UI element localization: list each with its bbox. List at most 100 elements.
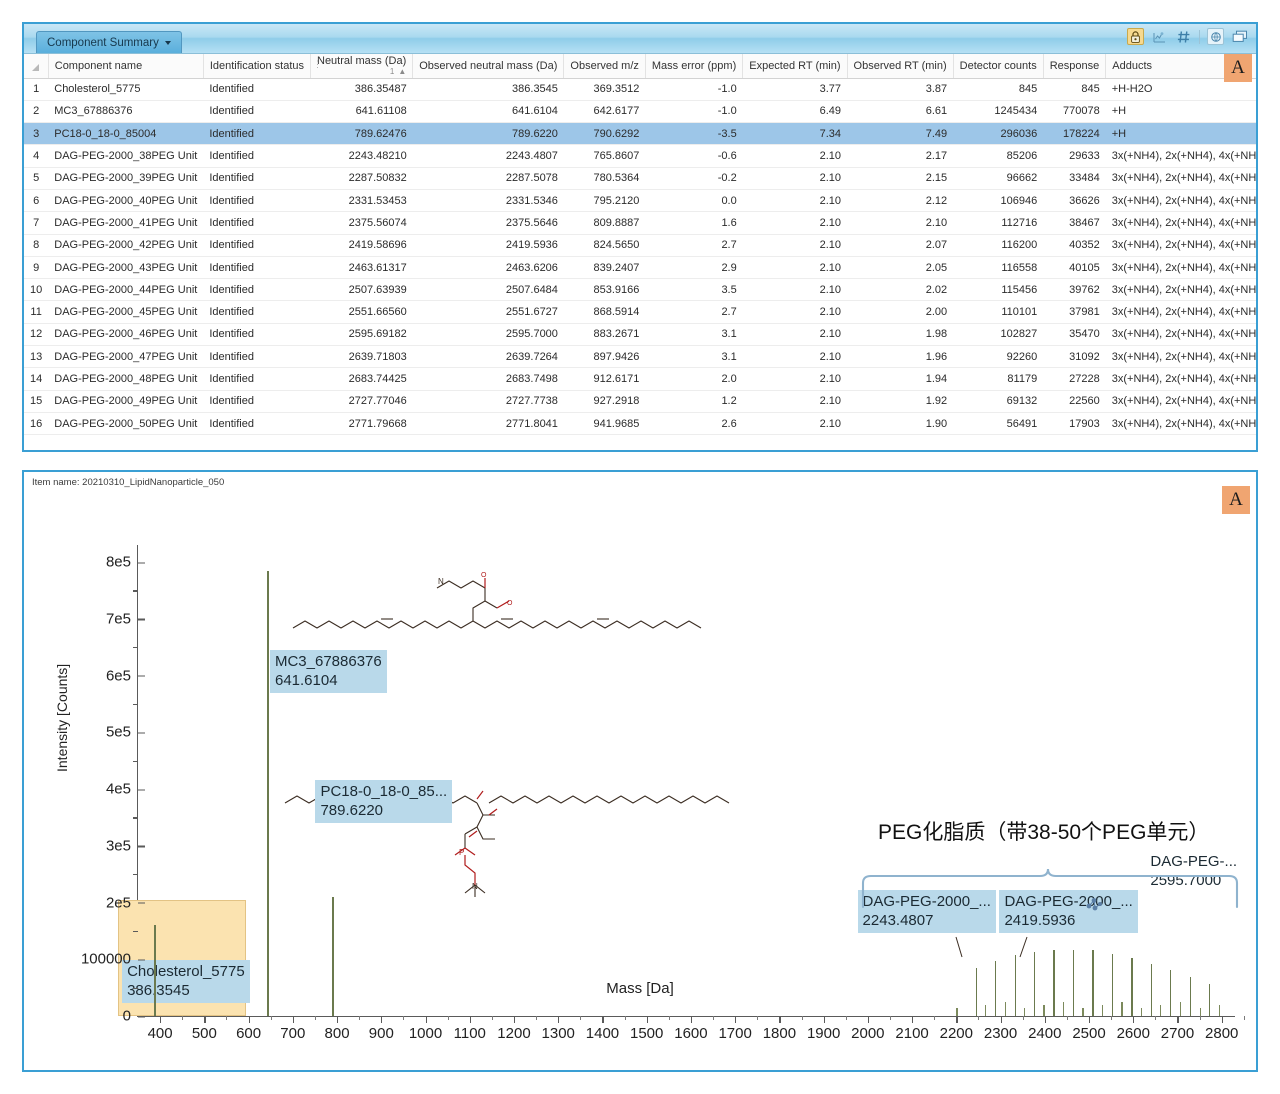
x-axis-major-tick [204,1016,205,1023]
cell-obs_mz: 824.5650 [564,234,645,256]
cell-obs_mz: 839.2407 [564,256,645,278]
cell-obs_rt: 2.07 [847,234,953,256]
restore-window-icon[interactable] [1231,28,1248,45]
cell-response: 39762 [1043,279,1106,301]
table-row[interactable]: 16DAG-PEG-2000_50PEG UnitIdentified2771.… [24,412,1256,434]
lock-icon[interactable] [1127,28,1144,45]
svg-text:N: N [438,577,444,586]
table-row[interactable]: 15DAG-PEG-2000_49PEG UnitIdentified2727.… [24,390,1256,412]
table-row[interactable]: 8DAG-PEG-2000_42PEG UnitIdentified2419.5… [24,234,1256,256]
column-header-observed-mz[interactable]: Observed m/z [564,54,645,78]
table-row[interactable]: 14DAG-PEG-2000_48PEG UnitIdentified2683.… [24,368,1256,390]
column-header-identification-status[interactable]: Identification status [203,54,310,78]
cell-status: Identified [203,234,310,256]
cell-obs_neutral_mass: 2595.7000 [413,323,564,345]
table-row[interactable]: 3PC18-0_18-0_85004Identified789.62476789… [24,123,1256,145]
table-row[interactable]: 6DAG-PEG-2000_40PEG UnitIdentified2331.5… [24,189,1256,211]
y-axis-minor-tick [133,704,138,705]
spectrum-peak-minor [1180,1002,1181,1016]
x-axis-minor-tick [1155,1016,1156,1020]
spectrum-peak[interactable] [267,571,269,1016]
column-header-detector-counts[interactable]: Detector counts [953,54,1043,78]
x-axis-minor-tick [315,1016,316,1020]
column-header-observed-neutral-mass[interactable]: Observed neutral mass (Da) [413,54,564,78]
select-all-icon[interactable] [32,64,39,71]
table-row[interactable]: 9DAG-PEG-2000_43PEG UnitIdentified2463.6… [24,256,1256,278]
table-row[interactable]: 11DAG-PEG-2000_45PEG UnitIdentified2551.… [24,301,1256,323]
table-row[interactable]: 2MC3_67886376Identified641.61108641.6104… [24,100,1256,122]
plot-area[interactable]: N O O [137,545,1235,1017]
y-axis-minor-tick [133,647,138,648]
peg-range-brace [860,867,1240,909]
spectrum-peak-minor [1200,1008,1201,1016]
cell-idx: 2 [24,100,48,122]
cell-idx: 3 [24,123,48,145]
x-axis-major-tick [1001,1016,1002,1023]
x-axis-major-tick [868,1016,869,1023]
column-grip-icon[interactable]: ⋮ [313,59,321,70]
cell-idx: 7 [24,212,48,234]
cell-neutral_mass: 2375.56074 [311,212,413,234]
peak-label-pc18: PC18-0_18-0_85... 789.6220 [315,780,452,823]
column-header-expected-rt[interactable]: Expected RT (min) [743,54,847,78]
cell-det_counts: 92260 [953,346,1043,368]
cell-adducts: 3x(+NH4), 2x(+NH4), 4x(+NH4) [1106,279,1256,301]
chevron-down-icon[interactable] [165,41,171,45]
column-header-index[interactable] [24,54,48,78]
cell-obs_rt: 1.90 [847,412,953,434]
cell-name: DAG-PEG-2000_46PEG Unit [48,323,203,345]
cell-idx: 14 [24,368,48,390]
globe-icon[interactable] [1207,28,1224,45]
table-scroll-region[interactable]: Component name Identification status ⋮Ne… [24,54,1256,450]
cell-name: DAG-PEG-2000_44PEG Unit [48,279,203,301]
column-header-mass-error[interactable]: Mass error (ppm) [645,54,742,78]
cell-name: DAG-PEG-2000_38PEG Unit [48,145,203,167]
table-row[interactable]: 1Cholesterol_5775Identified386.35487386.… [24,78,1256,100]
cell-response: 17903 [1043,412,1106,434]
cell-idx: 12 [24,323,48,345]
tab-component-summary[interactable]: Component Summary [36,31,182,53]
cell-obs_rt: 1.96 [847,346,953,368]
cell-idx: 9 [24,256,48,278]
x-axis-minor-tick [359,1016,360,1020]
column-header-component-name[interactable]: Component name [48,54,203,78]
cell-status: Identified [203,301,310,323]
chart-icon[interactable] [1151,28,1168,45]
spectrum-peak-minor [1063,1002,1064,1016]
cell-adducts: 3x(+NH4), 2x(+NH4), 4x(+NH4) [1106,412,1256,434]
x-axis-minor-tick [271,1016,272,1020]
cell-idx: 4 [24,145,48,167]
spectrum-chart-panel: Item name: 20210310_LipidNanoparticle_05… [22,470,1258,1072]
spectrum-peak[interactable] [332,897,334,1016]
x-axis-minor-tick [846,1016,847,1020]
svg-text:P: P [459,848,464,857]
cell-adducts: 3x(+NH4), 2x(+NH4), 4x(+NH4) [1106,145,1256,167]
table-row[interactable]: 12DAG-PEG-2000_46PEG UnitIdentified2595.… [24,323,1256,345]
table-row[interactable]: 4DAG-PEG-2000_38PEG UnitIdentified2243.4… [24,145,1256,167]
cell-response: 178224 [1043,123,1106,145]
sort-ascending-icon[interactable]: ▲ [398,67,406,76]
cell-obs_rt: 2.02 [847,279,953,301]
table-row[interactable]: 7DAG-PEG-2000_41PEG UnitIdentified2375.5… [24,212,1256,234]
column-header-response[interactable]: Response [1043,54,1106,78]
cell-neutral_mass: 2287.50832 [311,167,413,189]
hash-icon[interactable] [1175,28,1192,45]
table-row[interactable]: 5DAG-PEG-2000_39PEG UnitIdentified2287.5… [24,167,1256,189]
x-axis-major-tick [691,1016,692,1023]
column-header-neutral-mass[interactable]: ⋮Neutral mass (Da)▲1 [311,54,413,78]
column-header-observed-rt[interactable]: Observed RT (min) [847,54,953,78]
x-axis-minor-tick [890,1016,891,1020]
spectrum-peak[interactable] [154,925,156,1016]
cell-adducts: 3x(+NH4), 2x(+NH4), 4x(+NH4) [1106,323,1256,345]
cell-adducts: +H [1106,123,1256,145]
cell-det_counts: 69132 [953,390,1043,412]
cell-obs_neutral_mass: 2331.5346 [413,189,564,211]
table-row[interactable]: 13DAG-PEG-2000_47PEG UnitIdentified2639.… [24,346,1256,368]
table-row[interactable]: 10DAG-PEG-2000_44PEG UnitIdentified2507.… [24,279,1256,301]
cell-obs_neutral_mass: 2683.7498 [413,368,564,390]
cell-obs_mz: 868.5914 [564,301,645,323]
cell-det_counts: 116200 [953,234,1043,256]
figure-badge-a-bottom: A [1222,486,1250,514]
cell-det_counts: 106946 [953,189,1043,211]
cell-status: Identified [203,100,310,122]
